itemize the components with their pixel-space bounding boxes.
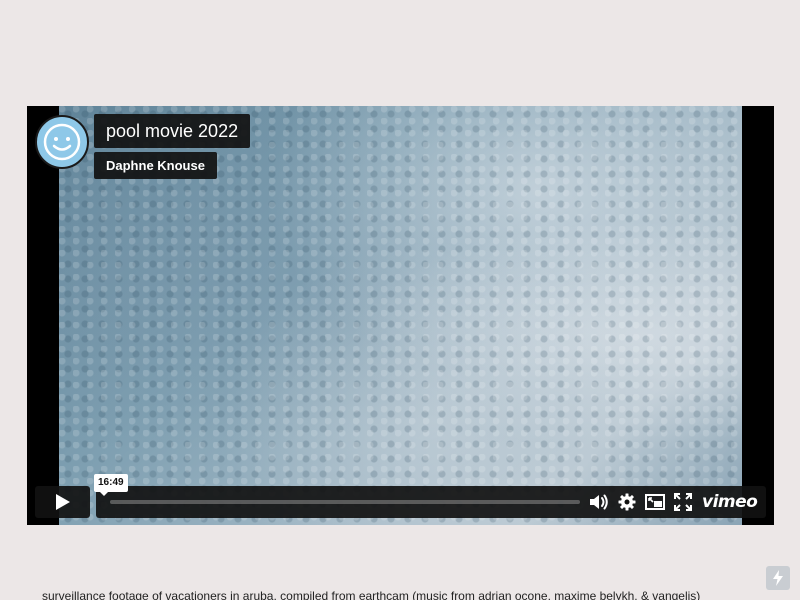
play-icon bbox=[55, 494, 70, 510]
control-bar: vimeo bbox=[96, 486, 766, 518]
vimeo-logo[interactable]: vimeo bbox=[702, 490, 758, 514]
page: pool movie 2022 Daphne Knouse vimeo 16:4… bbox=[0, 0, 800, 600]
time-tooltip: 16:49 bbox=[94, 474, 128, 496]
video-title[interactable]: pool movie 2022 bbox=[94, 114, 251, 148]
author-avatar[interactable] bbox=[35, 115, 89, 169]
video-author[interactable]: Daphne Knouse bbox=[94, 152, 217, 179]
volume-button[interactable] bbox=[589, 492, 609, 512]
video-description: surveillance footage of vacationers in a… bbox=[42, 589, 701, 600]
fullscreen-button[interactable] bbox=[673, 492, 693, 512]
picture-in-picture-icon bbox=[645, 494, 665, 510]
pip-button[interactable] bbox=[645, 492, 665, 512]
progress-bar[interactable] bbox=[110, 500, 580, 504]
settings-button[interactable] bbox=[617, 492, 637, 512]
lightning-button[interactable] bbox=[766, 566, 790, 590]
play-button[interactable] bbox=[35, 486, 90, 518]
fullscreen-icon bbox=[674, 493, 692, 511]
gear-icon bbox=[618, 493, 636, 511]
volume-icon bbox=[590, 494, 608, 510]
smiley-face-icon bbox=[43, 123, 81, 161]
lightning-bolt-icon bbox=[773, 570, 783, 586]
